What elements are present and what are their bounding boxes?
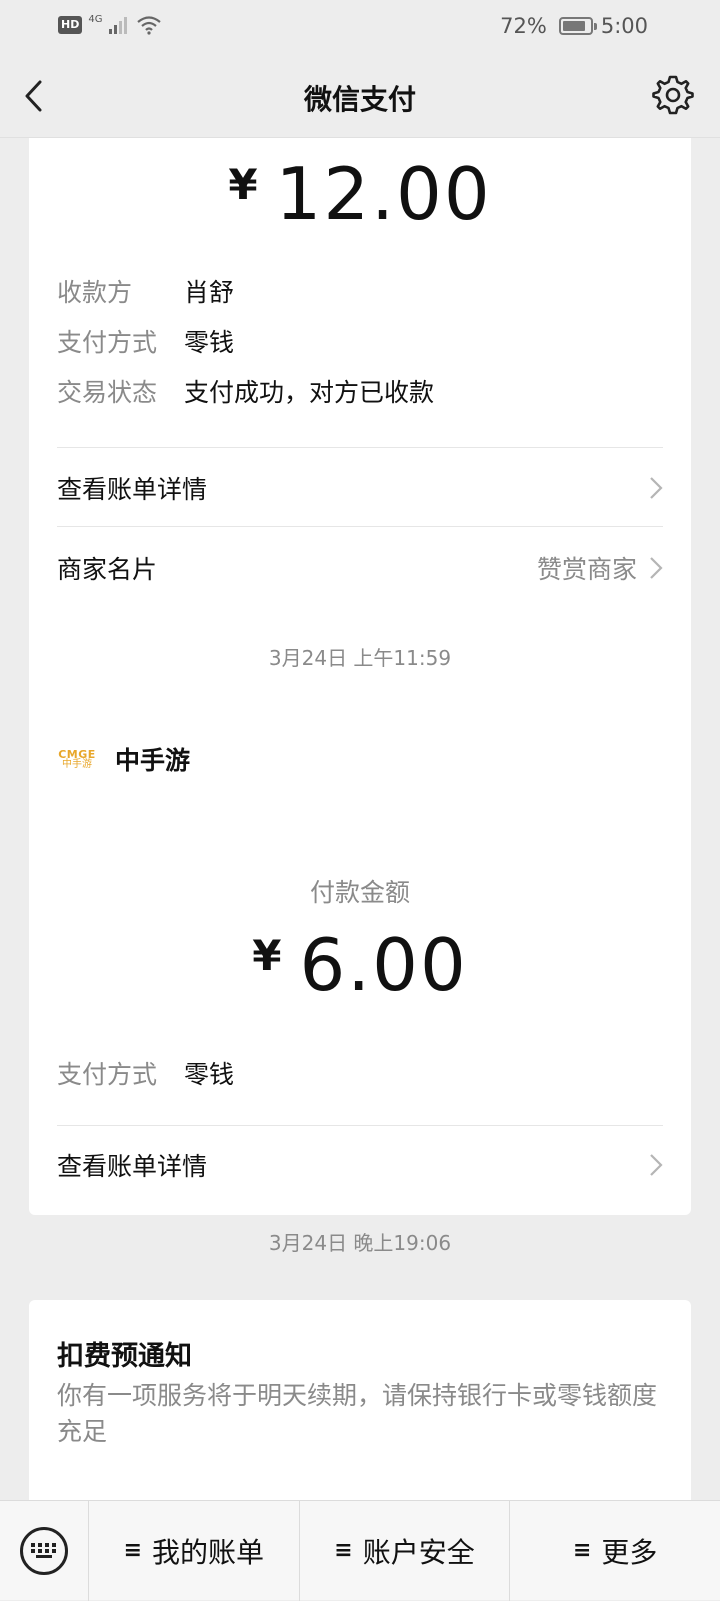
signal-icon bbox=[109, 17, 128, 34]
amount-value: 6.00 bbox=[299, 923, 468, 1007]
logo-text-top: CMGE bbox=[58, 747, 96, 761]
notice-body: 你有一项服务将于明天续期，请保持银行卡或零钱额度充足 bbox=[57, 1381, 658, 1446]
payment-amount-label: 付款金额 bbox=[309, 878, 410, 907]
amount-1: ¥ 12.00 bbox=[29, 152, 691, 236]
bill-detail-link[interactable]: 查看账单详情 bbox=[57, 1135, 663, 1195]
payment-method-row: 支付方式 零钱 bbox=[57, 323, 234, 359]
merchant-card-label: 商家名片 bbox=[57, 555, 158, 584]
keyboard-toggle-button[interactable] bbox=[0, 1501, 88, 1601]
status-bar: HD 4G 72% 5:00 bbox=[0, 0, 720, 54]
menu-my-bills[interactable]: ≡ 我的账单 bbox=[88, 1500, 299, 1601]
status-row: 交易状态 支付成功，对方已收款 bbox=[57, 373, 434, 409]
bill-detail-label: 查看账单详情 bbox=[57, 1152, 208, 1181]
payee-row: 收款方 肖舒 bbox=[57, 273, 234, 309]
logo-text-bottom: 中手游 bbox=[62, 758, 92, 770]
timestamp: 3月24日 晚上19:06 bbox=[268, 1231, 452, 1255]
page-title: 微信支付 bbox=[303, 83, 416, 116]
bottom-menu-bar: ≡ 我的账单 ≡ 账户安全 ≡ 更多 bbox=[0, 1500, 720, 1601]
currency-symbol: ¥ bbox=[228, 160, 258, 209]
clock: 5:00 bbox=[600, 14, 648, 38]
tip-merchant-label: 赞赏商家 bbox=[536, 555, 637, 584]
merchant-header[interactable]: CMGE 中手游 中手游 bbox=[57, 741, 190, 777]
chevron-right-icon bbox=[650, 1154, 663, 1176]
status-right: 72% 5:00 bbox=[500, 14, 648, 38]
chevron-right-icon bbox=[650, 477, 663, 499]
merchant-name: 中手游 bbox=[115, 746, 191, 775]
merchant-logo: CMGE 中手游 bbox=[57, 747, 97, 771]
notice-card[interactable]: 扣费预通知 你有一项服务将于明天续期，请保持银行卡或零钱额度充足 bbox=[29, 1300, 691, 1500]
payee-value: 肖舒 bbox=[184, 278, 235, 307]
nav-bar: 微信支付 bbox=[0, 54, 720, 138]
wifi-icon bbox=[137, 16, 162, 35]
network-type: 4G bbox=[88, 13, 103, 25]
message-list[interactable]: ¥ 12.00 收款方 肖舒 支付方式 零钱 交易状态 支付成功，对方已收款 查… bbox=[0, 138, 720, 1500]
hd-badge: HD bbox=[58, 16, 83, 34]
divider bbox=[57, 526, 663, 527]
bill-detail-link[interactable]: 查看账单详情 bbox=[57, 458, 663, 518]
menu-label: 我的账单 bbox=[152, 1535, 265, 1569]
status-left: HD 4G bbox=[58, 13, 162, 35]
divider bbox=[57, 447, 663, 448]
merchant-card-link[interactable]: 商家名片 赞赏商家 bbox=[57, 538, 663, 598]
amount-value: 12.00 bbox=[275, 152, 492, 236]
menu-more[interactable]: ≡ 更多 bbox=[509, 1500, 720, 1601]
gear-icon bbox=[652, 75, 694, 115]
menu-icon: ≡ bbox=[123, 1538, 143, 1563]
battery-percent: 72% bbox=[500, 14, 547, 38]
payment-method-label: 支付方式 bbox=[57, 328, 158, 357]
menu-icon: ≡ bbox=[334, 1538, 353, 1563]
settings-button[interactable] bbox=[652, 74, 694, 116]
menu-account-security[interactable]: ≡ 账户安全 bbox=[298, 1500, 510, 1601]
payment-method-label: 支付方式 bbox=[57, 1060, 158, 1089]
keyboard-icon bbox=[20, 1526, 68, 1575]
timestamp: 3月24日 上午11:59 bbox=[268, 646, 452, 670]
battery-icon bbox=[558, 17, 597, 35]
payment-method-row: 支付方式 零钱 bbox=[57, 1055, 234, 1091]
currency-symbol: ¥ bbox=[252, 931, 282, 980]
notice-title: 扣费预通知 bbox=[57, 1341, 192, 1372]
payment-card-2: CMGE 中手游 中手游 付款金额 ¥ 6.00 支付方式 零钱 查看账单详情 bbox=[29, 703, 691, 1215]
payment-method-value: 零钱 bbox=[184, 328, 235, 357]
payment-method-value: 零钱 bbox=[184, 1060, 235, 1089]
chevron-right-icon bbox=[650, 557, 663, 579]
divider bbox=[57, 1125, 663, 1126]
payee-label: 收款方 bbox=[57, 278, 133, 307]
amount-2: ¥ 6.00 bbox=[29, 923, 691, 1007]
menu-icon: ≡ bbox=[572, 1538, 592, 1563]
menu-label: 账户安全 bbox=[362, 1535, 475, 1569]
status-label: 交易状态 bbox=[57, 378, 158, 407]
status-value: 支付成功，对方已收款 bbox=[184, 378, 435, 407]
menu-label: 更多 bbox=[601, 1535, 658, 1569]
bill-detail-label: 查看账单详情 bbox=[57, 475, 208, 504]
